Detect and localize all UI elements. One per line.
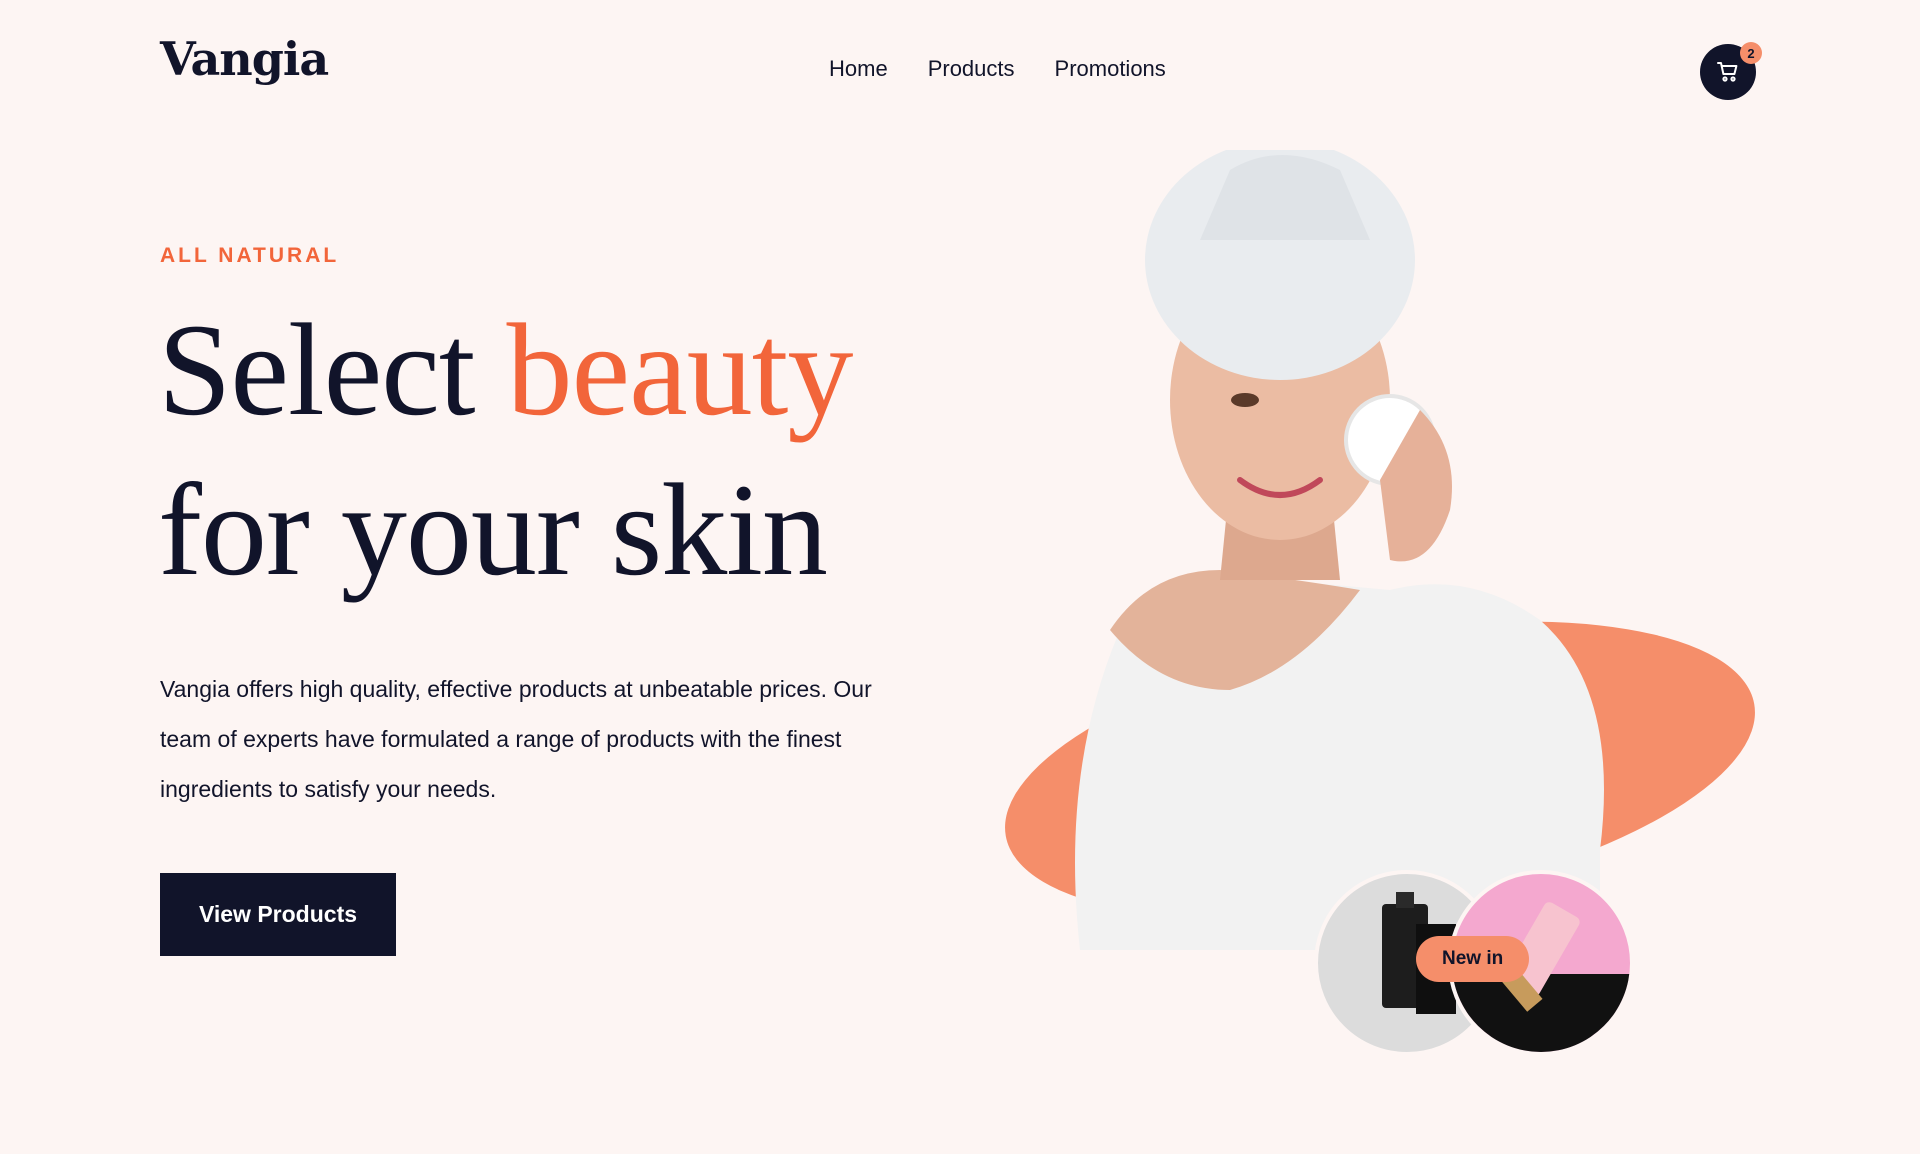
hero-description: Vangia offers high quality, effective pr…: [160, 676, 872, 802]
main-nav: Home Products Promotions: [829, 56, 1166, 82]
cart-button[interactable]: 2: [1700, 42, 1762, 100]
hero-headline: Select beauty for your skin: [158, 290, 854, 610]
cart-count-badge: 2: [1740, 42, 1762, 64]
nav-home-link[interactable]: Home: [829, 56, 888, 82]
nav-promotions-link[interactable]: Promotions: [1055, 56, 1166, 82]
view-products-button[interactable]: View Products: [160, 873, 396, 956]
new-in-badge[interactable]: New in: [1416, 936, 1530, 982]
headline-accent: beauty: [506, 296, 854, 443]
eye: [1231, 393, 1259, 407]
headline-part1: Select: [158, 296, 507, 443]
headline-line2: for your skin: [158, 456, 828, 603]
hero-eyebrow: ALL NATURAL: [160, 244, 340, 267]
cart-icon: [1717, 62, 1738, 82]
brand-logo[interactable]: Vangia: [160, 32, 329, 86]
nav-products-link[interactable]: Products: [928, 56, 1015, 82]
